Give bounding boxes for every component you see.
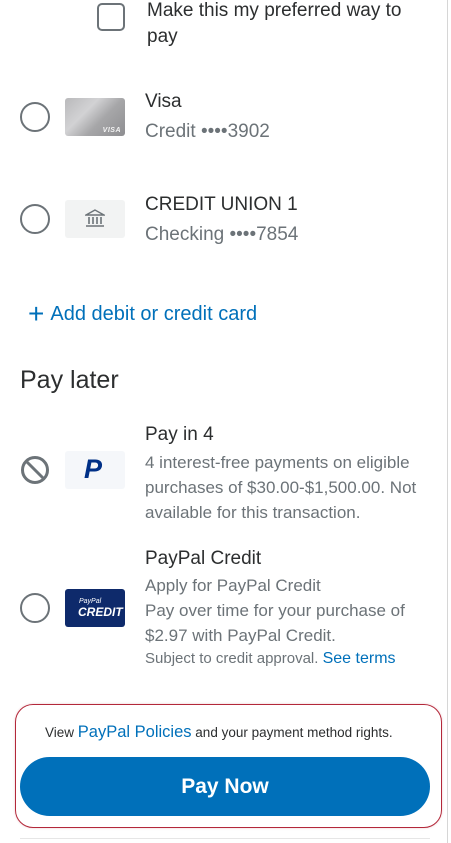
visa-radio[interactable]: [20, 102, 50, 132]
paypal-credit-title: PayPal Credit: [145, 548, 262, 569]
plus-icon: +: [28, 298, 45, 329]
policy-suffix: and your payment method rights.: [195, 725, 393, 740]
credit-logo-line2: CREDIT: [78, 605, 123, 619]
policy-prefix: View: [45, 725, 75, 740]
bank-icon: [85, 209, 105, 227]
visa-card-image: VISA: [65, 98, 125, 136]
preferred-checkbox[interactable]: [97, 3, 125, 31]
paypal-credit-description: Pay over time for your purchase of $2.97…: [145, 601, 405, 645]
preferred-label: Make this my preferred way to pay: [147, 0, 402, 47]
pay-later-heading: Pay later: [20, 366, 119, 394]
paypal-credit-logo: PayPal CREDIT: [65, 589, 125, 627]
credit-logo-line1: PayPal: [79, 598, 102, 605]
credit-approval-text: Subject to credit approval.: [145, 650, 319, 667]
panel-edge: [447, 0, 448, 843]
paypal-credit-radio[interactable]: [20, 593, 50, 623]
bank-radio[interactable]: [20, 204, 50, 234]
payment-method-panel: Make this my preferred way to pay VISA V…: [0, 0, 451, 843]
unavailable-icon: [21, 456, 49, 484]
paypal-policies-link[interactable]: PayPal Policies: [78, 723, 192, 741]
bank-title: CREDIT UNION 1: [145, 194, 298, 215]
pay-now-button[interactable]: Pay Now: [20, 757, 430, 816]
bank-subtitle: Checking ••••7854: [145, 224, 299, 245]
visa-logo-text: VISA: [102, 127, 121, 134]
bank-image: [65, 200, 125, 238]
add-card-link[interactable]: + Add debit or credit card: [28, 298, 257, 330]
paypal-logo-text: P: [84, 454, 103, 484]
see-terms-link[interactable]: See terms: [323, 650, 396, 667]
policy-text: View PayPal Policies and your payment me…: [45, 723, 393, 742]
paypal-logo: P: [65, 451, 125, 489]
credit-approval-note: Subject to credit approval. See terms: [145, 650, 396, 668]
visa-title: Visa: [145, 91, 182, 112]
pay-in-4-title: Pay in 4: [145, 424, 214, 445]
divider: [20, 838, 430, 839]
paypal-credit-apply: Apply for PayPal Credit: [145, 576, 321, 595]
pay-in-4-description: 4 interest-free payments on eligible pur…: [145, 453, 417, 522]
visa-subtitle: Credit ••••3902: [145, 121, 270, 142]
add-card-label: Add debit or credit card: [50, 303, 258, 325]
